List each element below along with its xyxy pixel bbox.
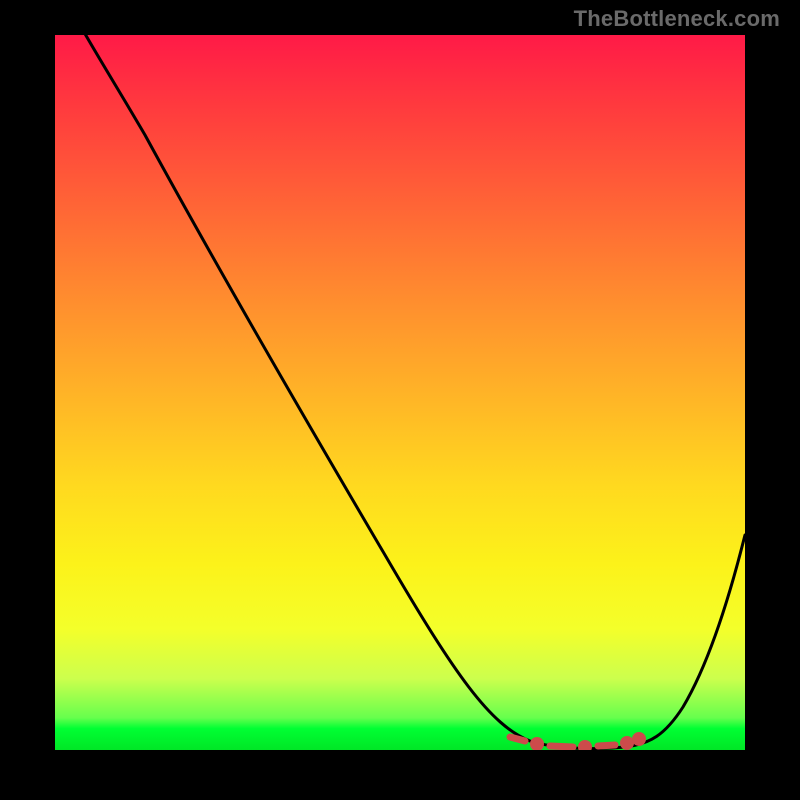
bottleneck-curve	[55, 35, 745, 749]
curve-layer	[55, 35, 745, 750]
valley-dot	[636, 736, 643, 743]
valley-dot	[598, 745, 615, 746]
valley-dot	[582, 744, 589, 751]
valley-markers	[510, 736, 643, 751]
valley-dot	[534, 741, 541, 748]
valley-dot	[624, 740, 631, 747]
valley-dot	[550, 746, 573, 747]
valley-dot	[510, 737, 525, 741]
watermark-text: TheBottleneck.com	[574, 6, 780, 32]
plot-area	[55, 35, 745, 750]
chart-frame: TheBottleneck.com	[0, 0, 800, 800]
